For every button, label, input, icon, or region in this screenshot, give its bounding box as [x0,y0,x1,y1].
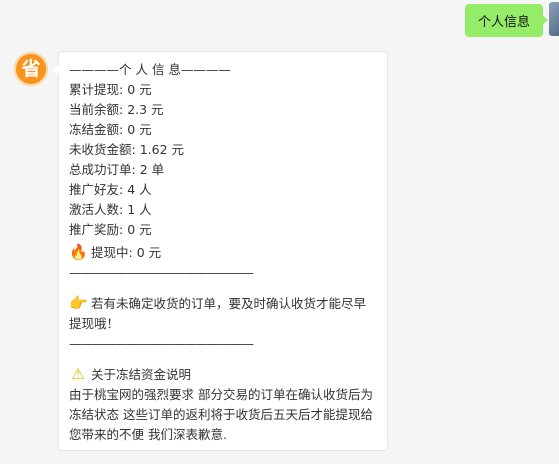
stat-value: 1.62 元 [139,142,185,157]
fire-icon: 🔥 [69,243,88,261]
divider: ———————————————— [69,336,254,351]
divider: ———————————————— [69,265,254,280]
withdrawing-label: 提现中 [91,245,129,260]
stat-label: 推广奖励 [69,222,120,237]
stat-label: 冻结金额 [69,122,120,137]
stat-value: 0 元 [127,222,152,237]
stat-value: 4 人 [127,182,152,197]
stat-value: 0 元 [127,122,152,137]
stat-row: 当前余额: 2.3 元 [69,102,164,117]
stat-row: 冻结金额: 0 元 [69,122,152,137]
withdrawing-value: 0 元 [136,245,162,260]
stat-value: 2.3 元 [127,102,164,117]
user-avatar[interactable] [549,2,559,36]
stat-value: 2 单 [139,162,165,177]
bot-avatar[interactable]: 省 [14,52,48,86]
hint-message: 若有未确定收货的订单，要及时确认收货才能尽早提现哦！ [69,296,367,331]
freeze-note: 由于桃宝网的强烈要求 部分交易的订单在确认收货后为冻结状态 这些订单的返利将于收… [69,387,373,442]
stat-row: 激活人数: 1 人 [69,202,152,217]
outgoing-bubble[interactable]: 个人信息 [464,4,549,37]
stat-row: 推广奖励: 0 元 [69,222,152,237]
withdrawing-row: 🔥 提现中: 0 元 [69,243,162,261]
stat-label: 推广好友 [69,182,120,197]
stat-value: 1 人 [127,202,152,217]
incoming-bubble: ————个 人 信 息———— 累计提现: 0 元 当前余额: 2.3 元 冻结… [53,51,388,451]
pointing-hand-icon: 👉 [69,294,88,312]
stat-label: 未收货金额 [69,142,132,157]
outgoing-text: 个人信息 [477,15,530,30]
stats-list: 累计提现: 0 元 当前余额: 2.3 元 冻结金额: 0 元 未收货金额: 1… [69,80,377,240]
warning-icon: ⚠ [71,365,85,383]
info-header: ————个 人 信 息———— [69,62,231,77]
stat-label: 激活人数 [69,202,120,217]
stat-label: 当前余额 [69,102,120,117]
stat-row: 累计提现: 0 元 [69,82,152,97]
freeze-title: ⚠ 关于冻结资金说明 [69,364,377,385]
hint-text: 👉 若有未确定收货的订单，要及时确认收货才能尽早提现哦！ [69,293,377,334]
stat-value: 0 元 [127,82,152,97]
stat-row: 推广好友: 4 人 [69,182,152,197]
stat-row: 未收货金额: 1.62 元 [69,142,185,157]
stat-label: 总成功订单 [69,162,132,177]
freeze-title-text: 关于冻结资金说明 [91,367,192,382]
stat-row: 总成功订单: 2 单 [69,162,165,177]
stat-label: 累计提现 [69,82,120,97]
